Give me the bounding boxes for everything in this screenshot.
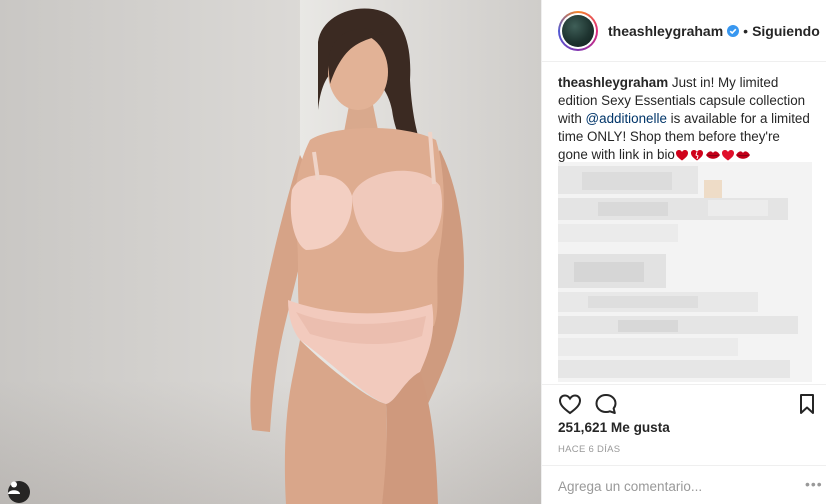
header-separator: •: [743, 22, 749, 39]
comment-bar: •••: [542, 465, 826, 504]
likes-count[interactable]: 251,621 Me gusta: [558, 420, 670, 435]
lips-icon: [705, 151, 720, 159]
caption-mention-link[interactable]: @additionelle: [586, 111, 667, 126]
caption-username[interactable]: theashleygraham: [558, 75, 668, 90]
avatar[interactable]: [562, 14, 594, 47]
story-ring[interactable]: [558, 10, 598, 51]
post-caption: theashleygraham Just in! My limited edit…: [558, 74, 812, 164]
post-timestamp[interactable]: HACE 6 DÍAS: [558, 444, 620, 455]
heart-icon: [721, 149, 734, 161]
following-button[interactable]: Siguiendo: [752, 23, 820, 39]
post-header: theashleygraham • Siguiendo: [542, 0, 826, 62]
heart-icon[interactable]: [558, 392, 582, 416]
post-panel: theashleygraham • Siguiendo theashleygra…: [541, 0, 826, 504]
red-heart-icon: [675, 149, 688, 161]
pixelated-comments: [558, 162, 812, 382]
header-username[interactable]: theashleygraham: [608, 23, 723, 39]
user-tag-button[interactable]: [8, 481, 30, 503]
heart-broken-icon: [690, 149, 703, 161]
action-bar: [542, 384, 826, 420]
post-photo[interactable]: [0, 0, 541, 504]
speech-bubble-icon[interactable]: [594, 392, 618, 416]
caption-emojis: [675, 149, 750, 161]
lips-icon: [735, 151, 750, 159]
user-tag-icon: [8, 481, 20, 494]
bookmark-icon[interactable]: [795, 392, 819, 416]
more-options-button[interactable]: •••: [805, 476, 823, 492]
verified-badge-icon: [727, 24, 740, 37]
model-figure: [250, 8, 464, 504]
comment-input[interactable]: [558, 476, 798, 496]
